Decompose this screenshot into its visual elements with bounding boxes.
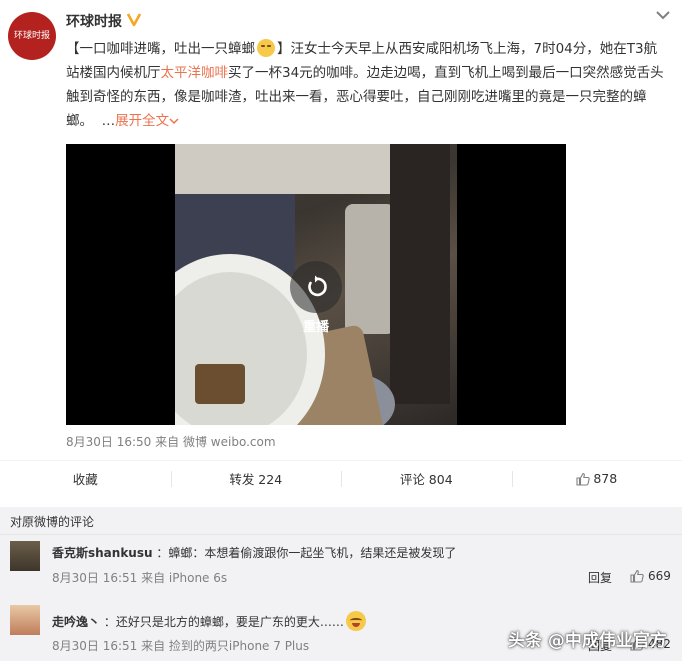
commenter-name[interactable]: 香克斯shankusu [52, 546, 153, 560]
video-scene-seat [175, 144, 395, 194]
repost-label: 转发 224 [229, 472, 283, 487]
author-name[interactable]: 环球时报 [66, 11, 122, 31]
video-scene-leg [390, 144, 450, 404]
comment-meta: 8月30日 16:51 来自 iPhone 6s [52, 571, 228, 585]
action-bar: 收藏 转发 224 评论 804 878 [0, 460, 682, 496]
replay-button[interactable] [290, 261, 342, 313]
post-meta: 8月30日 16:50 来自 微博 weibo.com [66, 433, 276, 450]
highlight-link[interactable]: 太平洋咖啡 [161, 65, 229, 81]
like-count: 878 [593, 471, 618, 486]
like-button[interactable]: 878 [511, 461, 682, 496]
post-headline-end: 】 [277, 41, 291, 57]
comment-label: 评论 804 [399, 472, 453, 487]
post-source[interactable]: 微博 weibo.com [183, 435, 276, 449]
post-text: 【一口咖啡进嘴，吐出一只蟑螂 】汪女士今天早上从西安咸阳机场飞上海，7时04分，她… [66, 37, 670, 133]
video-player[interactable]: 重播 [66, 144, 566, 425]
repost-button[interactable]: 转发 224 [170, 461, 342, 496]
favorite-label: 收藏 [72, 472, 98, 487]
comments-title: 对原微博的评论 [10, 515, 95, 529]
thumbs-up-icon [576, 472, 591, 486]
post-headline: 【一口咖啡进嘴，吐出一只蟑螂 [66, 41, 255, 57]
favorite-button[interactable]: 收藏 [0, 461, 171, 496]
replay-label[interactable]: 重播 [286, 316, 346, 335]
author-avatar[interactable]: 环球时报 [8, 12, 56, 60]
reply-button[interactable]: 回复 [588, 569, 612, 586]
comment-like-count: 669 [648, 569, 671, 583]
commenter-avatar[interactable] [10, 605, 40, 635]
comments-divider [0, 534, 682, 535]
commenter-avatar[interactable] [10, 541, 40, 571]
avatar-logo-text: 环球时报 [13, 30, 50, 41]
post-source-prefix: 来自 [155, 435, 180, 449]
comment-like-button[interactable]: 669 [630, 569, 671, 583]
video-scene-cup-inner [195, 364, 245, 404]
expand-label: 展开全文 [115, 113, 170, 129]
expand-link[interactable]: 展开全文 [115, 113, 179, 129]
weibo-post: 环球时报 环球时报 【一口咖啡进嘴，吐出一只蟑螂 】汪女士今天早上从西安咸阳机场飞… [0, 0, 682, 508]
video-scene-armrest [345, 204, 395, 334]
comment-button[interactable]: 评论 804 [341, 461, 512, 496]
post-time[interactable]: 8月30日 16:50 [66, 435, 151, 449]
watermark: 头条 @中成伟业官方 [508, 631, 667, 651]
chevron-down-icon[interactable] [654, 8, 672, 22]
comment-text: ：蟑螂：本想着偷渡跟你一起坐飞机，结果还是被发现了 [156, 546, 457, 560]
verified-badge-icon [126, 11, 142, 27]
crying-emoji-icon [257, 39, 275, 57]
commenter-name[interactable]: 走吟逸丶 [52, 615, 100, 629]
thumbs-up-icon [630, 569, 644, 583]
comment-meta: 8月30日 16:51 来自 捡到的两只iPhone 7 Plus [52, 639, 310, 653]
ellipsis: … [101, 113, 116, 129]
laughing-crying-emoji-icon [345, 611, 366, 631]
comment-text: ：还好只是北方的蟑螂，要是广东的更大…… [103, 615, 344, 629]
comment-body: 香克斯shankusu ：蟑螂：本想着偷渡跟你一起坐飞机，结果还是被发现了 [52, 544, 456, 561]
replay-icon [308, 275, 327, 297]
comment-body: 走吟逸丶 ：还好只是北方的蟑螂，要是广东的更大…… [52, 611, 366, 631]
expand-chevron-icon [169, 118, 179, 125]
